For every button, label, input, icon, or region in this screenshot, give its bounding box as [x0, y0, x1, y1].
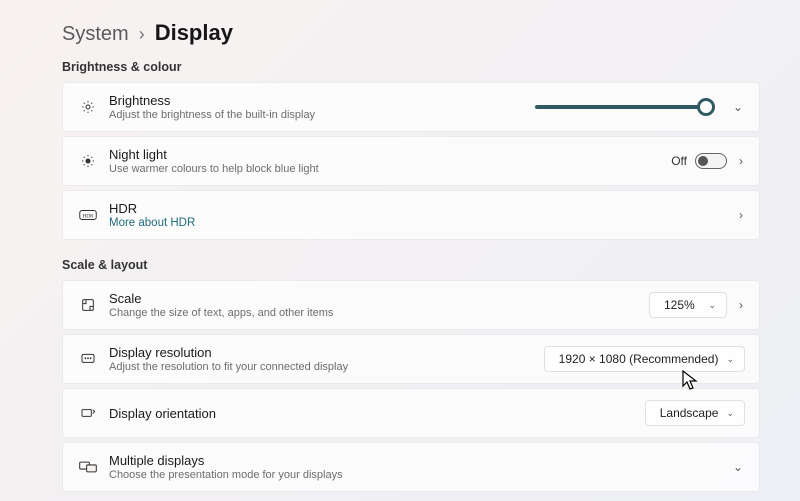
resolution-dropdown[interactable]: 1920 × 1080 (Recommended) ⌄: [544, 346, 745, 372]
section-title-scale-layout: Scale & layout: [62, 258, 760, 272]
row-subtitle: Choose the presentation mode for your di…: [109, 469, 731, 481]
toggle-state-label: Off: [671, 154, 687, 168]
resolution-icon: [75, 351, 101, 367]
dropdown-value: Landscape: [660, 406, 719, 420]
row-title: Display orientation: [109, 406, 645, 421]
row-brightness[interactable]: Brightness Adjust the brightness of the …: [62, 82, 760, 132]
row-resolution[interactable]: Display resolution Adjust the resolution…: [62, 334, 760, 384]
chevron-down-icon: ⌄: [708, 300, 716, 311]
row-multiple-displays[interactable]: Multiple displays Choose the presentatio…: [62, 442, 760, 492]
chevron-down-icon: ⌄: [726, 354, 734, 365]
night-light-toggle[interactable]: Off: [671, 153, 727, 169]
row-title: Scale: [109, 291, 649, 306]
multiple-displays-icon: [75, 459, 101, 475]
chevron-down-icon[interactable]: ⌄: [731, 460, 745, 474]
chevron-right-icon: ›: [139, 24, 145, 45]
row-title: Night light: [109, 147, 671, 162]
breadcrumb-parent[interactable]: System: [62, 23, 129, 46]
row-subtitle: Change the size of text, apps, and other…: [109, 307, 649, 319]
dropdown-value: 1920 × 1080 (Recommended): [559, 352, 719, 366]
breadcrumb: System › Display: [62, 20, 760, 46]
row-title: HDR: [109, 201, 737, 216]
toggle-off-icon: [695, 153, 727, 169]
hdr-more-link[interactable]: More about HDR: [109, 217, 737, 229]
row-subtitle: Adjust the resolution to fit your connec…: [109, 361, 544, 373]
night-light-icon: [75, 153, 101, 169]
svg-text:HDR: HDR: [82, 213, 94, 219]
brightness-icon: [75, 99, 101, 115]
row-night-light[interactable]: Night light Use warmer colours to help b…: [62, 136, 760, 186]
section-title-brightness-colour: Brightness & colour: [62, 60, 760, 74]
dropdown-value: 125%: [664, 298, 695, 312]
row-title: Brightness: [109, 93, 535, 108]
row-subtitle: Adjust the brightness of the built-in di…: [109, 109, 535, 121]
chevron-down-icon[interactable]: ⌄: [731, 100, 745, 114]
hdr-icon: HDR: [75, 209, 101, 221]
scale-icon: [75, 297, 101, 313]
row-scale[interactable]: Scale Change the size of text, apps, and…: [62, 280, 760, 330]
scale-dropdown[interactable]: 125% ⌄: [649, 292, 727, 318]
chevron-right-icon[interactable]: ›: [737, 154, 745, 168]
row-subtitle: Use warmer colours to help block blue li…: [109, 163, 671, 175]
brightness-slider[interactable]: [535, 105, 715, 109]
orientation-icon: [75, 405, 101, 421]
chevron-right-icon[interactable]: ›: [737, 208, 745, 222]
row-orientation[interactable]: Display orientation Landscape ⌄: [62, 388, 760, 438]
row-title: Display resolution: [109, 345, 544, 360]
chevron-down-icon: ⌄: [726, 408, 734, 419]
orientation-dropdown[interactable]: Landscape ⌄: [645, 400, 745, 426]
page-title: Display: [155, 20, 233, 46]
row-title: Multiple displays: [109, 453, 731, 468]
chevron-right-icon[interactable]: ›: [737, 298, 745, 312]
row-hdr[interactable]: HDR HDR More about HDR ›: [62, 190, 760, 240]
